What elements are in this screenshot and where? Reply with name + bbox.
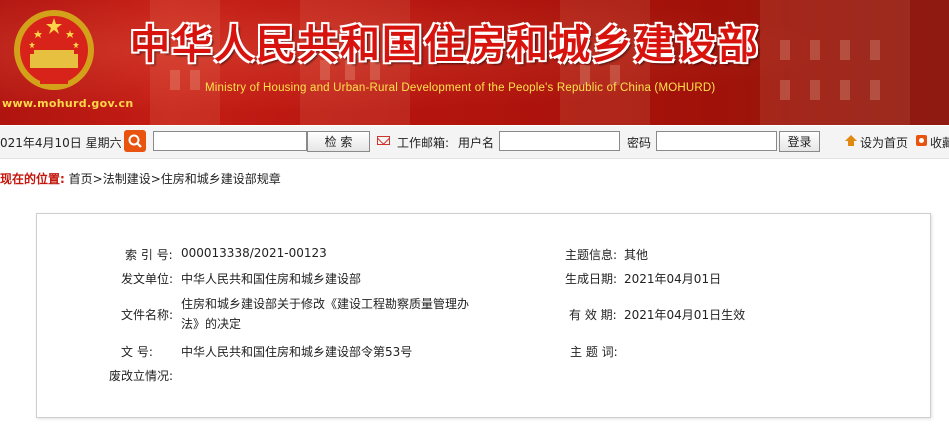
doc-number-label: 文 号: xyxy=(121,345,153,359)
username-label: 用户名 xyxy=(458,136,495,150)
mail-icon xyxy=(377,136,390,145)
home-icon[interactable] xyxy=(845,135,857,146)
breadcrumb-home[interactable]: 首页 xyxy=(69,172,93,186)
password-label: 密码 xyxy=(627,136,652,150)
site-title: 中华人民共和国住房和城乡建设部 xyxy=(130,22,760,68)
search-button[interactable]: 检 索 xyxy=(307,131,370,152)
topic-label: 主题信息: xyxy=(565,248,618,262)
keyword-label: 主 题 词: xyxy=(570,345,618,359)
password-field[interactable] xyxy=(656,131,777,151)
login-button[interactable]: 登录 xyxy=(779,131,820,152)
breadcrumb-legal[interactable]: 法制建设 xyxy=(103,172,151,186)
index-label: 索 引 号: xyxy=(125,248,173,262)
national-emblem-icon xyxy=(14,10,94,90)
username-field[interactable] xyxy=(499,131,620,151)
breadcrumb-rules[interactable]: 住房和城乡建设部规章 xyxy=(161,172,281,186)
doc-number-value: 中华人民共和国住房和城乡建设部令第53号 xyxy=(181,345,413,359)
site-subtitle: Ministry of Housing and Urban-Rural Deve… xyxy=(205,82,716,94)
issuer-label: 发文单位: xyxy=(121,272,174,286)
date-value: 2021年04月01日 xyxy=(624,272,722,286)
validity-value: 2021年04月01日生效 xyxy=(624,308,746,322)
site-url: www.mohurd.gov.cn xyxy=(2,97,134,110)
set-home-link[interactable]: 设为首页 xyxy=(860,134,908,151)
index-value: 000013338/2021-00123 xyxy=(181,246,327,260)
site-banner: www.mohurd.gov.cn 中华人民共和国住房和城乡建设部 Minist… xyxy=(0,0,949,125)
breadcrumb: 现在的位置: 首页>法制建设>住房和城乡建设部规章 xyxy=(0,170,281,187)
breadcrumb-separator: > xyxy=(92,172,103,186)
mail-label: 工作邮箱: xyxy=(397,136,450,150)
current-date: 021年4月10日 星期六 xyxy=(0,136,122,150)
topic-value: 其他 xyxy=(624,248,649,262)
top-toolbar: 021年4月10日 星期六 检 索 工作邮箱: 用户名 密码 登录 设为首页 收… xyxy=(0,126,949,159)
issuer-value: 中华人民共和国住房和城乡建设部 xyxy=(181,272,362,286)
doc-name-label: 文件名称: xyxy=(121,308,174,322)
doc-name-value: 住房和城乡建设部关于修改《建设工程勘察质量管理办法》的决定 xyxy=(181,297,470,331)
breadcrumb-lead: 现在的位置: xyxy=(0,172,65,186)
validity-label: 有 效 期: xyxy=(569,308,617,322)
breadcrumb-separator: > xyxy=(150,172,161,186)
favorite-icon[interactable] xyxy=(916,135,927,146)
date-label: 生成日期: xyxy=(565,272,618,286)
search-icon[interactable] xyxy=(124,130,146,152)
search-input[interactable] xyxy=(153,131,307,151)
document-info-box: 索 引 号: 000013338/2021-00123 主题信息: 其他 发文单… xyxy=(36,213,931,418)
status-label: 废改立情况: xyxy=(109,369,174,383)
favorite-link[interactable]: 收藏 xyxy=(930,134,949,151)
